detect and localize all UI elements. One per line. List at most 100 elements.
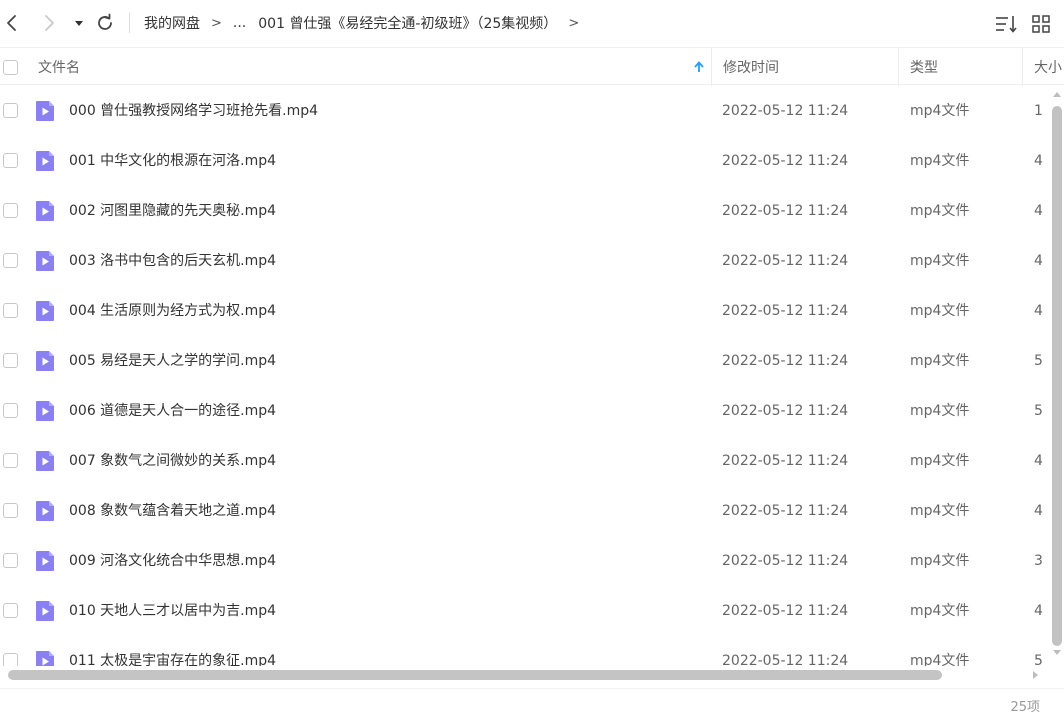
file-row[interactable]: 006 道德是天人合一的途径.mp4 2022-05-12 11:24 mp4文件 5: [0, 386, 1050, 436]
file-name: 003 洛书中包含的后天玄机.mp4: [69, 253, 277, 269]
column-divider[interactable]: [1022, 48, 1023, 86]
column-header-modified[interactable]: 修改时间: [723, 48, 779, 86]
horizontal-scrollbar[interactable]: [0, 667, 1050, 683]
file-size: 5: [1034, 653, 1043, 666]
file-size: 4: [1034, 153, 1043, 169]
video-file-icon: [36, 551, 54, 571]
file-type: mp4文件: [910, 253, 970, 269]
file-type: mp4文件: [910, 303, 970, 319]
history-dropdown-button[interactable]: [67, 11, 91, 35]
breadcrumb-root[interactable]: 我的网盘: [144, 13, 200, 33]
view-mode-button[interactable]: [1029, 12, 1053, 36]
column-header-name[interactable]: 文件名: [38, 48, 80, 86]
column-header-size[interactable]: 大小: [1034, 48, 1062, 86]
file-size: 4: [1034, 303, 1043, 319]
row-checkbox[interactable]: [3, 203, 18, 218]
file-row[interactable]: 005 易经是天人之学的学问.mp4 2022-05-12 11:24 mp4文件 5: [0, 336, 1050, 386]
video-file-icon: [36, 201, 54, 221]
file-row[interactable]: 002 河图里隐藏的先天奥秘.mp4 2022-05-12 11:24 mp4文件 4: [0, 186, 1050, 236]
column-header-row: 文件名 修改时间 类型 大小: [0, 47, 1064, 86]
video-file-icon: [36, 501, 54, 521]
column-divider[interactable]: [711, 48, 712, 86]
row-checkbox[interactable]: [3, 503, 18, 518]
file-size: 5: [1034, 353, 1043, 369]
file-row[interactable]: 009 河洛文化统合中华思想.mp4 2022-05-12 11:24 mp4文件 3: [0, 536, 1050, 586]
forward-button[interactable]: [37, 11, 61, 35]
file-modified-time: 2022-05-12 11:24: [722, 603, 849, 619]
refresh-icon: [98, 13, 112, 30]
row-checkbox[interactable]: [3, 303, 18, 318]
vertical-scrollbar[interactable]: [1050, 88, 1064, 658]
file-name: 010 天地人三才以居中为吉.mp4: [69, 603, 277, 619]
file-type: mp4文件: [910, 403, 970, 419]
column-divider[interactable]: [898, 48, 899, 86]
file-name: 007 象数气之间微妙的关系.mp4: [69, 453, 277, 469]
row-checkbox[interactable]: [3, 603, 18, 618]
file-list: 000 曾仕强教授网络学习班抢先看.mp4 2022-05-12 11:24 mp4…: [0, 86, 1050, 666]
column-header-type[interactable]: 类型: [910, 48, 938, 86]
file-name: 005 易经是天人之学的学问.mp4: [69, 353, 277, 369]
file-row[interactable]: 011 太极是宇宙存在的象征.mp4 2022-05-12 11:24 mp4文件 5: [0, 636, 1050, 666]
file-name: 009 河洛文化统合中华思想.mp4: [69, 553, 277, 569]
row-checkbox[interactable]: [3, 653, 18, 666]
file-name: 000 曾仕强教授网络学习班抢先看.mp4: [69, 103, 319, 119]
file-row[interactable]: 007 象数气之间微妙的关系.mp4 2022-05-12 11:24 mp4文件 4: [0, 436, 1050, 486]
file-modified-time: 2022-05-12 11:24: [722, 303, 849, 319]
file-modified-time: 2022-05-12 11:24: [722, 153, 849, 169]
chevron-left-icon: [7, 15, 16, 31]
file-modified-time: 2022-05-12 11:24: [722, 353, 849, 369]
file-row[interactable]: 004 生活原则为经方式为权.mp4 2022-05-12 11:24 mp4文件 4: [0, 286, 1050, 336]
file-row[interactable]: 001 中华文化的根源在河洛.mp4 2022-05-12 11:24 mp4文件 4: [0, 136, 1050, 186]
scroll-down-arrow[interactable]: [1053, 650, 1061, 655]
caret-down-icon: [75, 21, 83, 26]
file-row[interactable]: 000 曾仕强教授网络学习班抢先看.mp4 2022-05-12 11:24 mp4…: [0, 86, 1050, 136]
video-file-icon: [36, 401, 54, 421]
video-file-icon: [36, 251, 54, 271]
file-row[interactable]: 010 天地人三才以居中为吉.mp4 2022-05-12 11:24 mp4文件 4: [0, 586, 1050, 636]
toolbar-divider: [129, 13, 130, 33]
file-name: 011 太极是宇宙存在的象征.mp4: [69, 653, 277, 666]
row-checkbox[interactable]: [3, 153, 18, 168]
video-file-icon: [36, 101, 54, 121]
breadcrumb-current-folder[interactable]: 001 曾仕强《易经完全通-初级班》（25集视频）: [258, 13, 557, 33]
row-checkbox[interactable]: [3, 103, 18, 118]
scroll-up-arrow[interactable]: [1053, 92, 1061, 97]
file-type: mp4文件: [910, 503, 970, 519]
file-name: 008 象数气蕴含着天地之道.mp4: [69, 503, 277, 519]
scroll-right-arrow[interactable]: [1033, 671, 1038, 679]
row-checkbox[interactable]: [3, 253, 18, 268]
file-modified-time: 2022-05-12 11:24: [722, 453, 849, 469]
file-type: mp4文件: [910, 203, 970, 219]
file-size: 4: [1034, 253, 1043, 269]
grid-view-icon: [1032, 15, 1050, 33]
refresh-button[interactable]: [93, 11, 117, 35]
sort-button[interactable]: [995, 12, 1019, 36]
horizontal-scrollbar-thumb[interactable]: [8, 670, 942, 680]
row-checkbox[interactable]: [3, 403, 18, 418]
file-row[interactable]: 003 洛书中包含的后天玄机.mp4 2022-05-12 11:24 mp4文件 4: [0, 236, 1050, 286]
video-file-icon: [36, 601, 54, 621]
file-name: 006 道德是天人合一的途径.mp4: [69, 403, 277, 419]
video-file-icon: [36, 301, 54, 321]
file-type: mp4文件: [910, 553, 970, 569]
back-button[interactable]: [0, 11, 24, 35]
breadcrumb-ellipsis[interactable]: ...: [233, 15, 246, 31]
file-size: 3: [1034, 553, 1043, 569]
row-checkbox[interactable]: [3, 453, 18, 468]
file-row[interactable]: 008 象数气蕴含着天地之道.mp4 2022-05-12 11:24 mp4文件 4: [0, 486, 1050, 536]
file-size: 4: [1034, 203, 1043, 219]
breadcrumb-separator: >: [568, 15, 580, 31]
row-checkbox[interactable]: [3, 553, 18, 568]
file-type: mp4文件: [910, 353, 970, 369]
toolbar: 我的网盘 > ... 001 曾仕强《易经完全通-初级班》（25集视频） >: [0, 0, 1064, 46]
select-all-checkbox[interactable]: [3, 59, 18, 75]
sort-ascending-icon[interactable]: [693, 59, 705, 75]
row-checkbox[interactable]: [3, 353, 18, 368]
file-name: 004 生活原则为经方式为权.mp4: [69, 303, 277, 319]
file-type: mp4文件: [910, 453, 970, 469]
file-modified-time: 2022-05-12 11:24: [722, 403, 849, 419]
file-type: mp4文件: [910, 153, 970, 169]
file-modified-time: 2022-05-12 11:24: [722, 203, 849, 219]
item-count: 25项: [1010, 700, 1040, 715]
vertical-scrollbar-thumb[interactable]: [1052, 106, 1062, 646]
